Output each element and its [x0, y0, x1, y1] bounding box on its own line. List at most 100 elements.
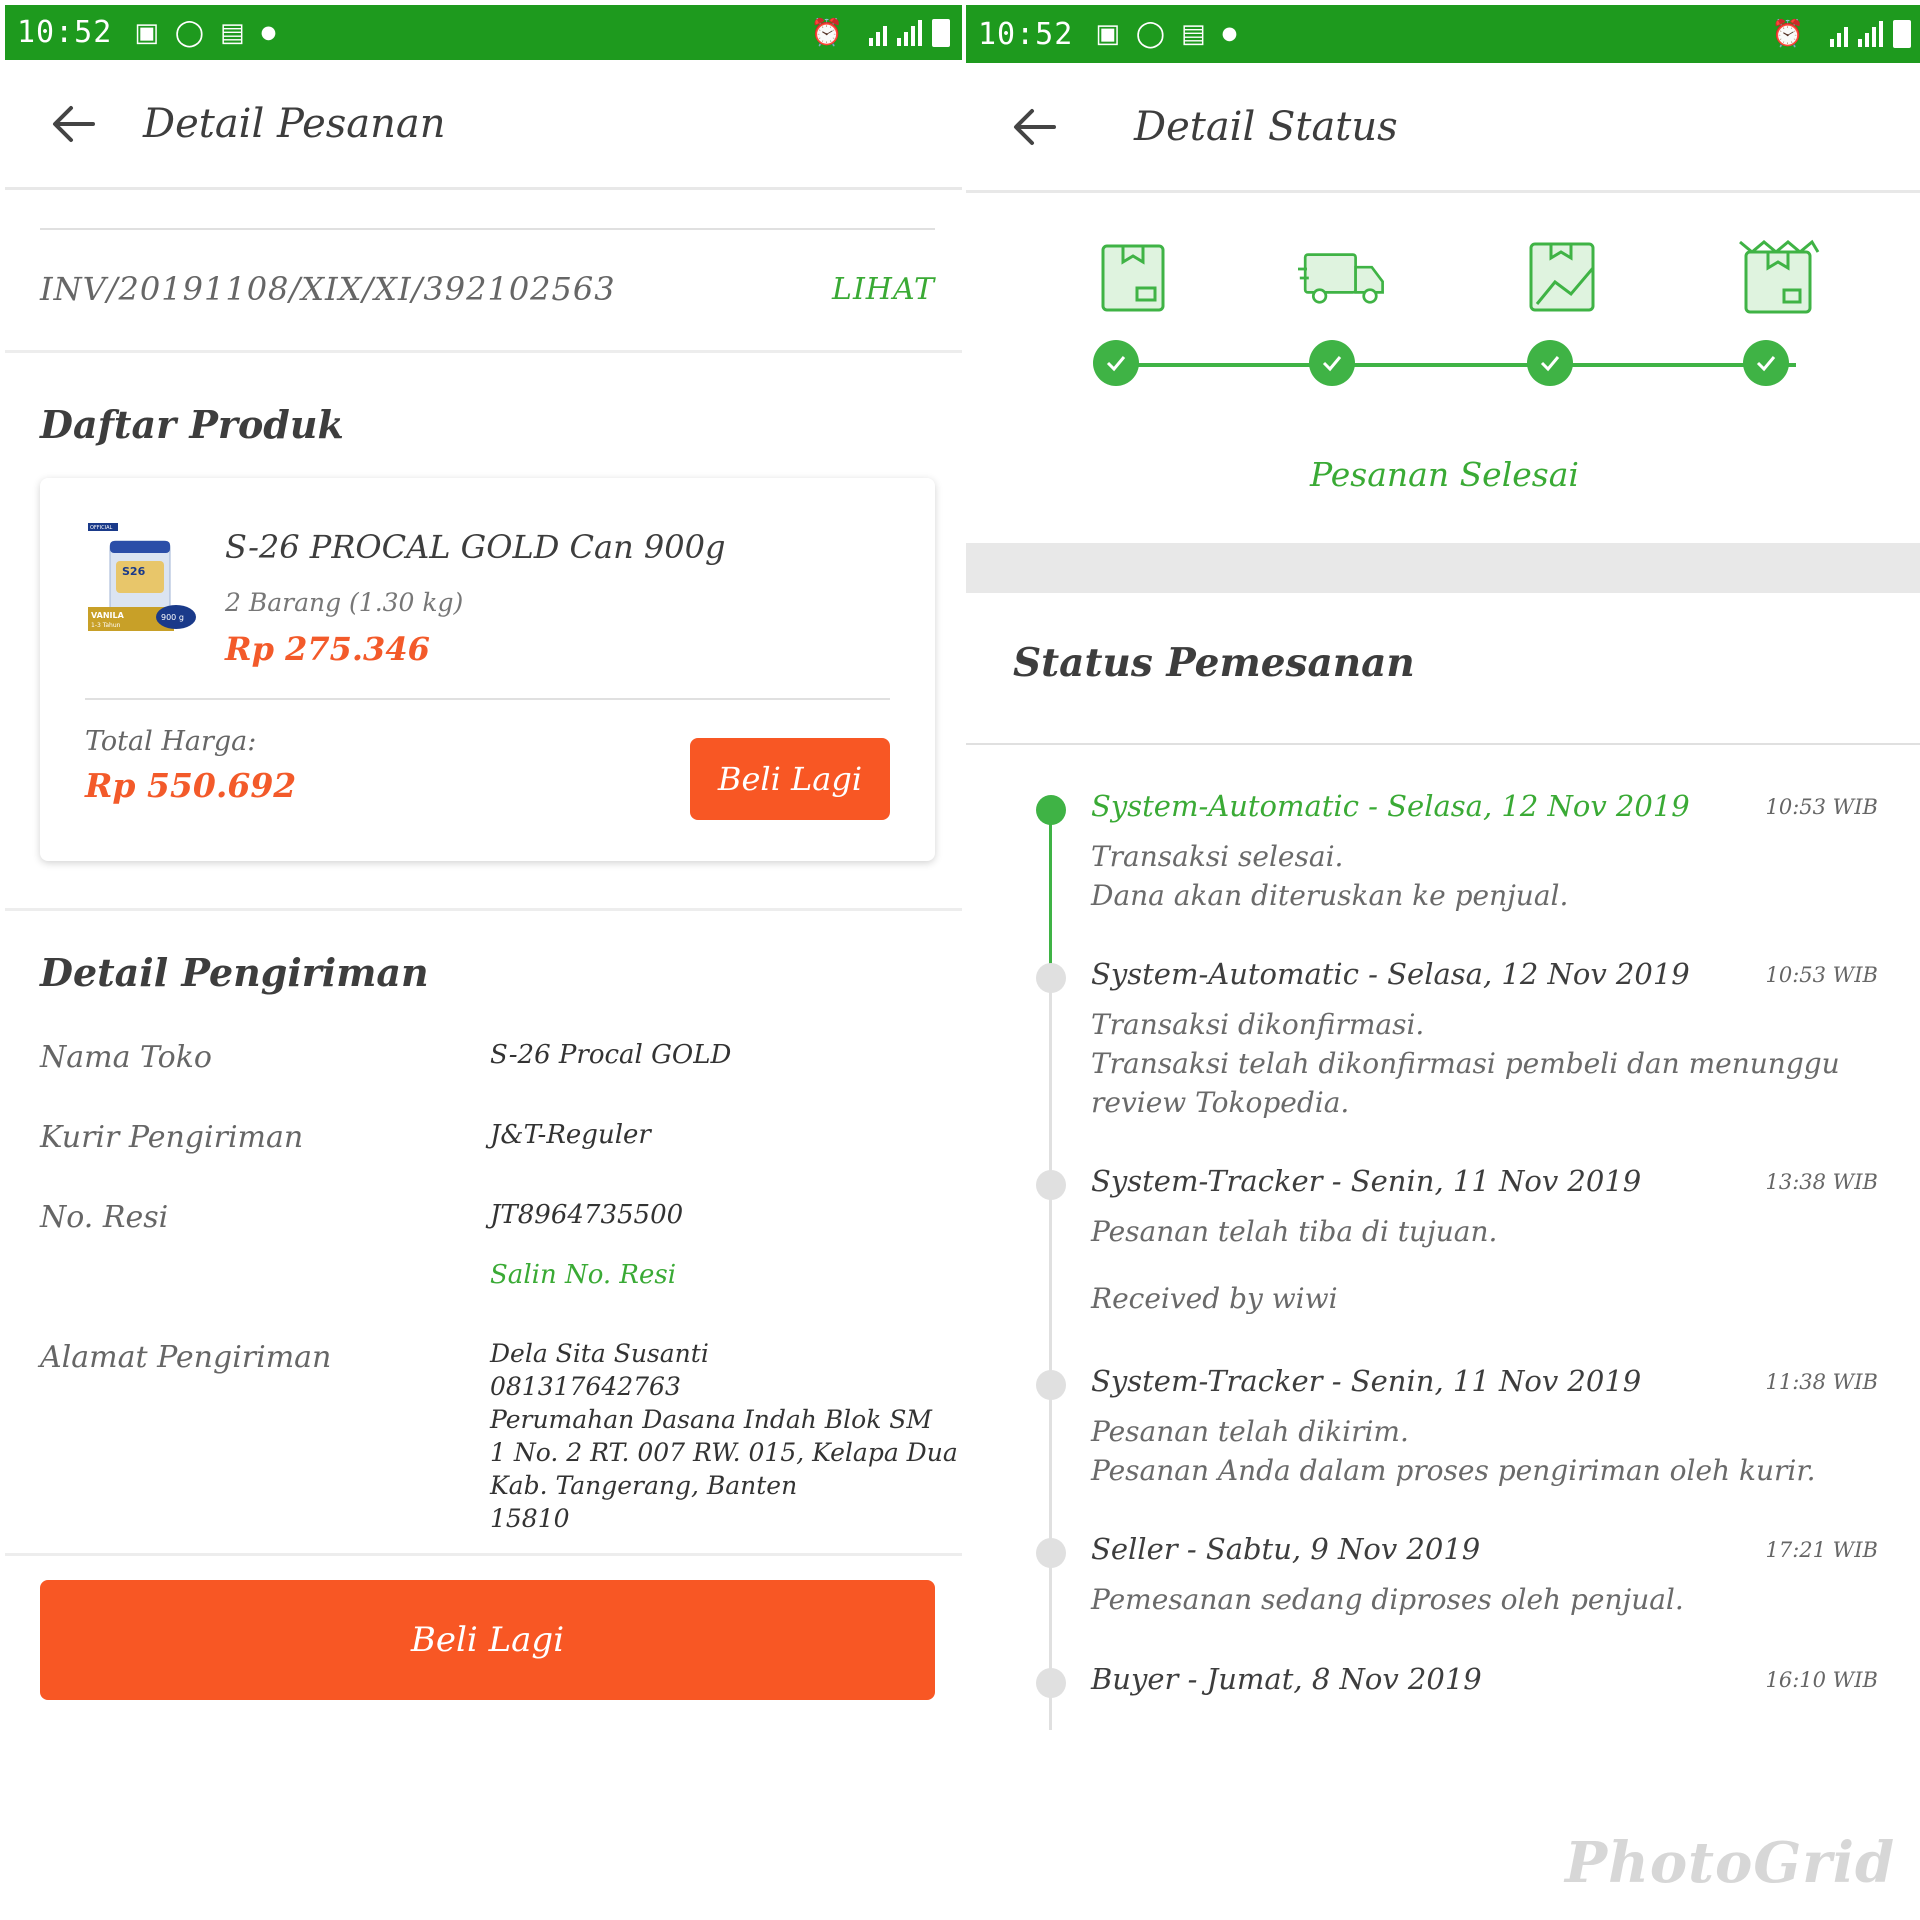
wifi-signal-icon: [869, 20, 887, 46]
timeline-dot: [1036, 963, 1066, 993]
divider: [5, 908, 962, 911]
timeline-dot: [1036, 1668, 1066, 1698]
timeline-time: 10:53 WIB: [1765, 963, 1878, 987]
timeline-line: Pesanan telah dikirim.: [1091, 1415, 1409, 1448]
more-notifications-icon: ●: [260, 21, 277, 43]
divider: [5, 1553, 962, 1556]
product-card: OFFICIAL S26 VANILA 1-3 Tahun 900 g S-26…: [40, 478, 935, 861]
back-arrow-icon[interactable]: [43, 94, 103, 154]
page-title: Detail Status: [1134, 103, 1398, 150]
wifi-signal-icon: [1830, 21, 1848, 47]
timeline-dot: [1036, 1170, 1066, 1200]
courier-label: Kurir Pengiriman: [40, 1120, 304, 1155]
store-name-label: Nama Toko: [40, 1040, 212, 1075]
status-bar: 10:52 ▣ ◯ ▤ ● ⏰: [966, 5, 1920, 63]
cell-signal-icon: [1858, 21, 1883, 47]
divider: [5, 350, 962, 353]
product-weight-text: 900 g: [161, 613, 184, 622]
divider: [40, 228, 935, 230]
timeline-dot: [1036, 1370, 1066, 1400]
buy-again-bottom-button[interactable]: Beli Lagi: [40, 1580, 935, 1700]
official-badge: OFFICIAL: [90, 525, 113, 531]
timeline-line: Pemesanan sedang diproses oleh penjual.: [1091, 1583, 1684, 1616]
app-notification-icon: ▤: [1181, 19, 1206, 49]
whatsapp-icon: ◯: [1135, 19, 1165, 49]
status-time: 10:52: [978, 16, 1074, 52]
copy-receipt-link[interactable]: Salin No. Resi: [490, 1260, 676, 1290]
check-icon: [1527, 340, 1573, 386]
alarm-icon: ⏰: [810, 17, 843, 48]
product-price: Rp 275.346: [225, 630, 430, 668]
timeline-heading: Seller - Sabtu, 9 Nov 2019: [1091, 1532, 1481, 1566]
courier-value: J&T-Reguler: [490, 1120, 651, 1150]
check-icon: [1309, 340, 1355, 386]
timeline-line: Transaksi selesai.: [1091, 840, 1344, 873]
more-notifications-icon: ●: [1221, 23, 1238, 44]
shipping-detail-title: Detail Pengiriman: [40, 950, 429, 995]
timeline-heading: System-Automatic - Selasa, 12 Nov 2019: [1091, 957, 1690, 991]
buy-again-button[interactable]: Beli Lagi: [690, 738, 890, 820]
timeline-time: 13:38 WIB: [1765, 1170, 1878, 1194]
status-detail-screen: 10:52 ▣ ◯ ▤ ● ⏰ Detail Status Pesanan Se…: [966, 0, 1920, 1730]
battery-icon: [932, 18, 950, 47]
timeline-heading: System-Tracker - Senin, 11 Nov 2019: [1091, 1164, 1642, 1198]
back-arrow-icon[interactable]: [1004, 97, 1064, 157]
view-invoice-link[interactable]: LIHAT: [832, 272, 935, 307]
timeline-heading: Buyer - Jumat, 8 Nov 2019: [1091, 1662, 1482, 1696]
timeline-note: Received by wiwi: [1091, 1282, 1338, 1315]
timeline-dot-active: [1036, 795, 1066, 825]
status-time: 10:52: [17, 15, 113, 50]
progress-line: [1116, 363, 1796, 367]
product-list-title: Daftar Produk: [40, 402, 344, 447]
timeline-body: Pemesanan sedang diproses oleh penjual.: [1091, 1580, 1881, 1619]
timeline-body: Pesanan telah dikirim. Pesanan Anda dala…: [1091, 1412, 1881, 1490]
order-progress: [966, 220, 1920, 410]
whatsapp-icon: ◯: [174, 17, 204, 48]
page-title: Detail Pesanan: [143, 100, 446, 147]
product-name[interactable]: S-26 PROCAL GOLD Can 900g: [225, 528, 725, 566]
address-line: 1 No. 2 RT. 007 RW. 015, Kelapa Dua: [490, 1438, 958, 1467]
receipt-number: JT8964735500: [490, 1200, 684, 1230]
divider: [966, 743, 1920, 745]
timeline-time: 16:10 WIB: [1765, 1668, 1878, 1692]
invoice-number: INV/20191108/XIX/XI/392102563: [40, 270, 616, 308]
timeline-body: Transaksi dikonfirmasi. Transaksi telah …: [1091, 1005, 1881, 1122]
timeline-line: Transaksi telah dikonfirmasi pembeli dan…: [1091, 1047, 1840, 1119]
product-variant-text: VANILA: [91, 611, 125, 620]
address-label: Alamat Pengiriman: [40, 1340, 332, 1375]
gallery-icon: ▣: [1095, 19, 1120, 49]
timeline-body: Pesanan telah tiba di tujuan.: [1091, 1212, 1881, 1251]
address-line: Perumahan Dasana Indah Blok SM: [490, 1405, 933, 1434]
product-quantity: 2 Barang (1.30 kg): [225, 588, 464, 617]
photogrid-watermark: PhotoGrid: [1565, 1830, 1896, 1896]
product-image: OFFICIAL S26 VANILA 1-3 Tahun 900 g: [88, 523, 196, 631]
check-icon: [1743, 340, 1789, 386]
page-header: Detail Pesanan: [5, 60, 962, 190]
order-status-title: Status Pemesanan: [1013, 640, 1415, 686]
timeline-dot: [1036, 1538, 1066, 1568]
alarm-icon: ⏰: [1771, 19, 1804, 49]
timeline-time: 11:38 WIB: [1765, 1370, 1878, 1394]
package-handover-icon: [1529, 242, 1595, 312]
battery-icon: [1893, 20, 1911, 48]
address-line: 081317642763: [490, 1372, 681, 1401]
timeline-rail-active: [1049, 810, 1052, 965]
timeline-time: 17:21 WIB: [1765, 1538, 1878, 1562]
status-bar: 10:52 ▣ ◯ ▤ ● ⏰: [5, 5, 962, 60]
address-line: Dela Sita Susanti: [490, 1339, 709, 1368]
timeline-line: Transaksi dikonfirmasi.: [1091, 1008, 1425, 1041]
address-line: Kab. Tangerang, Banten: [490, 1471, 798, 1500]
address-line: 15810: [490, 1504, 570, 1533]
app-notification-icon: ▤: [220, 17, 245, 48]
cell-signal-icon: [897, 19, 922, 46]
timeline-line: Dana akan diteruskan ke penjual.: [1091, 879, 1569, 912]
timeline-heading: System-Automatic - Selasa, 12 Nov 2019: [1091, 789, 1690, 823]
check-icon: [1093, 340, 1139, 386]
divider: [85, 698, 890, 700]
invoice-row: INV/20191108/XIX/XI/392102563 LIHAT: [40, 270, 935, 308]
timeline-body: Transaksi selesai. Dana akan diteruskan …: [1091, 837, 1881, 915]
receipt-label: No. Resi: [40, 1200, 169, 1235]
order-detail-screen: 10:52 ▣ ◯ ▤ ● ⏰ Detail Pesanan INV/20191…: [5, 0, 962, 1730]
order-complete-icon: [1739, 239, 1820, 314]
timeline-line: Pesanan Anda dalam proses pengiriman ole…: [1091, 1454, 1816, 1487]
